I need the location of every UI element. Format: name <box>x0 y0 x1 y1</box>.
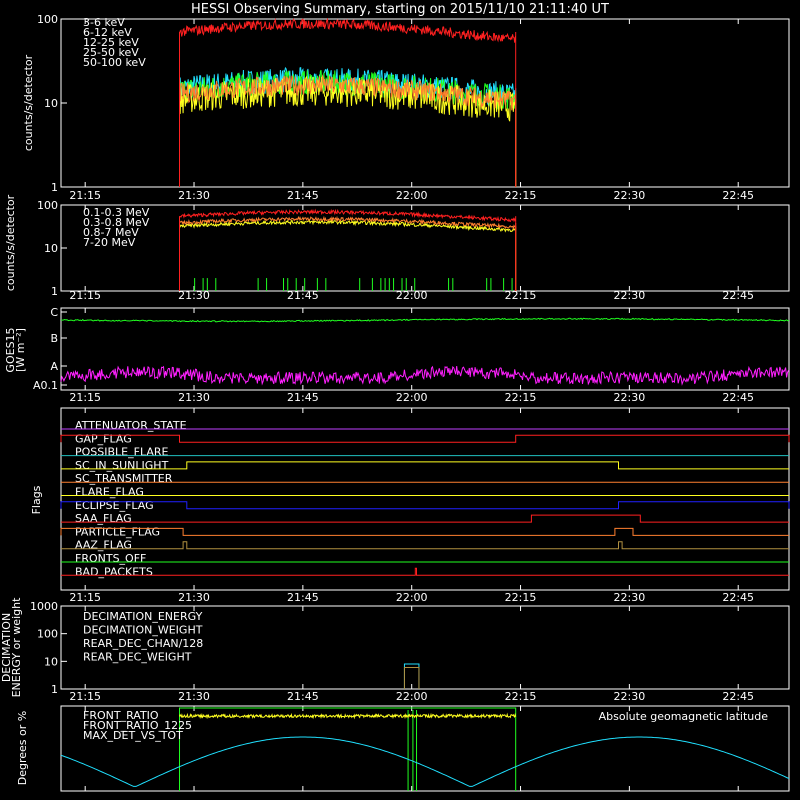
x-tick-label: 22:30 <box>614 690 646 703</box>
x-tick-label: 21:15 <box>69 690 101 703</box>
y-axis-label-2: ENERGY or weight <box>10 597 23 697</box>
flag-label: ATTENUATOR_STATE <box>75 419 187 432</box>
legend-entry: DECIMATION_ENERGY <box>83 610 203 623</box>
x-tick-label: 21:15 <box>69 391 101 404</box>
flag-label: AAZ_FLAG <box>75 539 132 552</box>
flag-label: FRONTS_OFF <box>75 552 146 565</box>
y-tick-label: 1 <box>51 683 58 696</box>
flag-label: ECLIPSE_FLAG <box>75 499 154 512</box>
x-tick-label: 21:45 <box>287 690 319 703</box>
y-tick-label: 10 <box>44 655 58 668</box>
x-tick-label: 21:45 <box>287 591 319 604</box>
x-tick-label: 22:30 <box>614 289 646 302</box>
x-tick-label: 22:45 <box>722 189 754 202</box>
x-tick-label: 22:30 <box>614 189 646 202</box>
legend-entry: MAX_DET_VS_TOT <box>83 729 183 742</box>
legend-entry: Absolute geomagnetic latitude <box>599 710 769 723</box>
x-tick-label: 21:45 <box>287 391 319 404</box>
x-tick-label: 22:45 <box>722 591 754 604</box>
y-tick-label: 1 <box>51 181 58 194</box>
hessi-summary-figure: HESSI Observing Summary, starting on 201… <box>0 0 800 800</box>
y-axis-label: Degrees or % <box>16 711 29 785</box>
y-tick-label: 100 <box>37 628 58 641</box>
flag-label: PARTICLE_FLAG <box>75 525 160 538</box>
x-tick-label: 22:00 <box>396 591 428 604</box>
x-tick-label: 22:45 <box>722 690 754 703</box>
flag-label: FLARE_FLAG <box>75 486 144 499</box>
legend-entry: REAR_DEC_WEIGHT <box>83 651 192 664</box>
x-tick-label: 22:00 <box>396 189 428 202</box>
figure-title: HESSI Observing Summary, starting on 201… <box>191 2 609 17</box>
flag-label: SC_TRANSMITTER <box>75 472 173 485</box>
y-tick-label: B <box>50 332 58 345</box>
legend-entry: DECIMATION_WEIGHT <box>83 624 203 637</box>
y-axis-label: Flags <box>30 485 43 514</box>
x-tick-label: 21:30 <box>178 591 210 604</box>
flag-label: BAD_PACKETS <box>75 565 153 578</box>
y-axis-unit: [W m⁻²] <box>14 328 27 372</box>
y-tick-label: A <box>50 360 58 373</box>
y-tick-label: 100 <box>37 199 58 212</box>
flag-label: SC_IN_SUNLIGHT <box>75 459 169 472</box>
y-tick-label: 1000 <box>30 600 58 613</box>
legend-entry: 50-100 keV <box>83 56 146 69</box>
x-tick-label: 22:15 <box>505 289 537 302</box>
y-axis-label: counts/s/detector <box>4 194 17 291</box>
y-tick-label: 10 <box>44 242 58 255</box>
flag-label: GAP_FLAG <box>75 432 132 445</box>
x-tick-label: 22:00 <box>396 690 428 703</box>
legend-entry: 7-20 MeV <box>83 236 136 249</box>
flag-label: SAA_FLAG <box>75 512 132 525</box>
x-tick-label: 21:15 <box>69 591 101 604</box>
legend-entry: REAR_DEC_CHAN/128 <box>83 637 203 650</box>
x-tick-label: 22:15 <box>505 189 537 202</box>
x-tick-label: 21:45 <box>287 289 319 302</box>
x-tick-label: 22:00 <box>396 289 428 302</box>
x-tick-label: 22:30 <box>614 591 646 604</box>
x-tick-label: 22:15 <box>505 391 537 404</box>
y-axis-label: counts/s/detector <box>22 54 35 151</box>
x-tick-label: 22:15 <box>505 591 537 604</box>
x-tick-label: 21:30 <box>178 189 210 202</box>
x-tick-label: 21:15 <box>69 189 101 202</box>
x-tick-label: 22:45 <box>722 289 754 302</box>
x-tick-label: 21:30 <box>178 391 210 404</box>
y-tick-label: A0.1 <box>33 379 58 392</box>
y-tick-label: 1 <box>51 285 58 298</box>
x-tick-label: 22:15 <box>505 690 537 703</box>
x-tick-label: 22:00 <box>396 391 428 404</box>
x-tick-label: 21:15 <box>69 289 101 302</box>
x-tick-label: 22:30 <box>614 391 646 404</box>
x-tick-label: 21:30 <box>178 289 210 302</box>
x-tick-label: 22:45 <box>722 391 754 404</box>
y-tick-label: 10 <box>44 97 58 110</box>
x-tick-label: 21:30 <box>178 690 210 703</box>
x-tick-label: 21:45 <box>287 189 319 202</box>
y-tick-label: C <box>50 306 58 319</box>
flag-label: POSSIBLE_FLARE <box>75 446 169 459</box>
y-tick-label: 100 <box>37 13 58 26</box>
